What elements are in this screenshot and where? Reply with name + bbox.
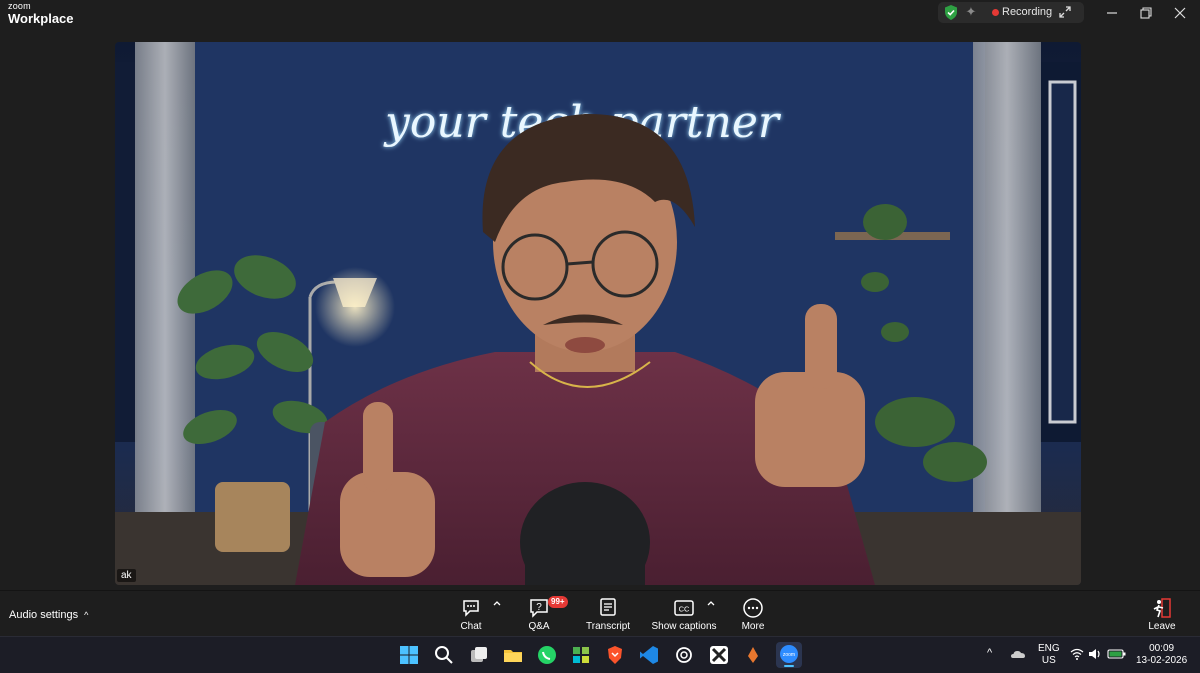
shorcode-icon[interactable] [742,644,764,666]
qa-button[interactable]: ? 99+ Q&A [526,596,568,632]
expand-icon[interactable] [1058,5,1072,19]
wifi-icon[interactable] [1070,648,1084,660]
zoom-taskbar-button[interactable]: zoom [776,642,802,668]
transcript-label: Transcript [586,621,631,632]
qa-label: Q&A [528,621,550,632]
tray-chevron-up-icon[interactable]: ^ [987,647,992,659]
search-icon[interactable] [433,644,455,666]
language-indicator[interactable]: ENG US [1038,643,1060,667]
close-button[interactable] [1170,4,1190,22]
qa-icon: ? [530,599,548,618]
clock-date: 13-02-2026 [1136,655,1188,666]
chatgpt-icon[interactable] [673,644,695,666]
svg-text:CC: CC [679,605,690,614]
windows-start-icon[interactable] [398,644,420,666]
svg-text:zoom: zoom [783,652,795,658]
clock-time: 00:09 [1149,643,1175,654]
brand-name: Workplace [8,11,74,26]
capcut-icon[interactable] [708,644,730,666]
participant-name-tag: ak [117,569,136,582]
battery-icon[interactable] [1107,648,1127,660]
chat-icon [463,600,479,617]
restore-button[interactable] [1136,4,1156,22]
ai-companion-icon[interactable]: ✦ [964,5,978,19]
more-button[interactable]: More [740,597,766,632]
volume-icon[interactable] [1088,648,1102,660]
brand-small: zoom [8,1,31,11]
onedrive-icon[interactable] [1010,648,1026,660]
task-view-icon[interactable] [468,644,490,666]
leave-icon [1153,598,1171,618]
captions-icon: CC [674,600,694,616]
meeting-status-pill: ✦ Recording [938,2,1084,23]
zoom-logo: zoom Workplace [8,1,74,26]
chat-label: Chat [460,621,482,632]
audio-settings-button[interactable]: Audio settings ^ [9,609,88,621]
whatsapp-icon[interactable] [536,644,558,666]
title-bar: zoom Workplace ✦ Recording [0,0,1200,30]
captions-options-chevron-icon[interactable] [706,599,716,607]
app-grid-icon[interactable] [570,644,592,666]
qa-count-badge: 99+ [548,596,568,608]
meeting-controls-bar: Audio settings ^ Chat ? 99+ Q&A Transcri… [0,590,1200,637]
leave-button[interactable]: Leave [1146,597,1178,632]
language-top: ENG [1038,643,1060,654]
chevron-up-icon: ^ [84,610,89,620]
chat-options-chevron-icon[interactable] [492,599,502,607]
more-icon [743,598,763,618]
video-frame-illustration: your tech partner your tech partner [115,42,1081,585]
transcript-button[interactable]: Transcript [586,597,630,632]
meeting-stage: your tech partner your tech partner [0,30,1200,590]
more-label: More [741,621,765,632]
chat-button[interactable]: Chat [458,597,484,632]
transcript-icon [600,598,616,616]
zoom-icon: zoom [780,645,798,667]
participant-video[interactable]: your tech partner your tech partner [115,42,1081,585]
shield-icon[interactable] [944,5,958,20]
clock[interactable]: 00:09 13-02-2026 [1136,643,1187,667]
recording-label[interactable]: Recording [1002,6,1052,18]
windows-taskbar: zoom ^ ENG US 00:09 13-02-2026 [0,636,1200,673]
minimize-button[interactable] [1102,4,1122,22]
file-explorer-icon[interactable] [502,644,524,666]
captions-label: Show captions [651,621,717,632]
brave-icon[interactable] [604,644,626,666]
recording-dot-icon [992,9,999,16]
vscode-icon[interactable] [638,644,660,666]
audio-settings-label: Audio settings [9,609,79,621]
leave-label: Leave [1148,621,1176,632]
language-bottom: US [1041,655,1056,666]
svg-text:?: ? [536,602,542,613]
